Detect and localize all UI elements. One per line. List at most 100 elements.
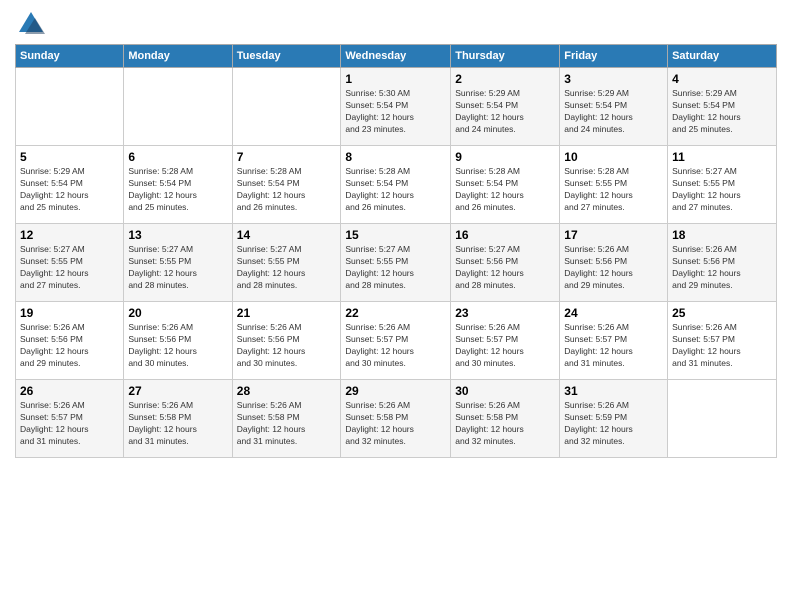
day-number: 26 [20, 384, 119, 398]
calendar-cell: 7 Sunrise: 5:28 AM Sunset: 5:54 PM Daylig… [232, 146, 341, 224]
day-number: 15 [345, 228, 446, 242]
day-number: 12 [20, 228, 119, 242]
day-info: Sunrise: 5:27 AM Sunset: 5:56 PM Dayligh… [455, 244, 555, 292]
calendar-cell: 13 Sunrise: 5:27 AM Sunset: 5:55 PM Dayli… [124, 224, 232, 302]
calendar-cell: 10Sunrise: 5:28 AM Sunset: 5:55 PM Dayli… [560, 146, 668, 224]
day-number: 4 [672, 72, 772, 86]
calendar-cell: 16 Sunrise: 5:27 AM Sunset: 5:56 PM Dayli… [451, 224, 560, 302]
day-number: 3 [564, 72, 663, 86]
day-number: 1 [345, 72, 446, 86]
calendar-cell: 28 Sunrise: 5:26 AM Sunset: 5:58 PM Dayli… [232, 380, 341, 458]
day-info: Sunrise: 5:28 AM Sunset: 5:54 PM Dayligh… [237, 166, 337, 214]
day-number: 25 [672, 306, 772, 320]
calendar-cell: 26 Sunrise: 5:26 AM Sunset: 5:57 PM Dayli… [16, 380, 124, 458]
day-number: 9 [455, 150, 555, 164]
day-info: Sunrise: 5:28 AM Sunset: 5:54 PM Dayligh… [128, 166, 227, 214]
day-info: Sunrise: 5:27 AM Sunset: 5:55 PM Dayligh… [345, 244, 446, 292]
calendar-cell [668, 380, 777, 458]
day-info: Sunrise: 5:27 AM Sunset: 5:55 PM Dayligh… [20, 244, 119, 292]
weekday-header: Thursday [451, 45, 560, 68]
calendar-cell [124, 68, 232, 146]
calendar-header: SundayMondayTuesdayWednesdayThursdayFrid… [16, 45, 777, 68]
page-header [15, 10, 777, 38]
calendar-cell: 29 Sunrise: 5:26 AM Sunset: 5:58 PM Dayli… [341, 380, 451, 458]
day-info: Sunrise: 5:26 AM Sunset: 5:58 PM Dayligh… [345, 400, 446, 448]
weekday-header: Sunday [16, 45, 124, 68]
calendar-week-row: 12 Sunrise: 5:27 AM Sunset: 5:55 PM Dayli… [16, 224, 777, 302]
day-number: 6 [128, 150, 227, 164]
day-number: 21 [237, 306, 337, 320]
weekday-header: Wednesday [341, 45, 451, 68]
day-info: Sunrise: 5:27 AM Sunset: 5:55 PM Dayligh… [237, 244, 337, 292]
day-info: Sunrise: 5:26 AM Sunset: 5:58 PM Dayligh… [455, 400, 555, 448]
calendar-cell: 1Sunrise: 5:30 AM Sunset: 5:54 PM Daylig… [341, 68, 451, 146]
calendar-cell: 19Sunrise: 5:26 AM Sunset: 5:56 PM Dayli… [16, 302, 124, 380]
calendar-week-row: 1Sunrise: 5:30 AM Sunset: 5:54 PM Daylig… [16, 68, 777, 146]
calendar-cell [16, 68, 124, 146]
calendar-cell: 8 Sunrise: 5:28 AM Sunset: 5:54 PM Daylig… [341, 146, 451, 224]
day-number: 24 [564, 306, 663, 320]
day-info: Sunrise: 5:26 AM Sunset: 5:57 PM Dayligh… [672, 322, 772, 370]
weekday-header: Saturday [668, 45, 777, 68]
calendar-cell: 30 Sunrise: 5:26 AM Sunset: 5:58 PM Dayli… [451, 380, 560, 458]
day-info: Sunrise: 5:29 AM Sunset: 5:54 PM Dayligh… [564, 88, 663, 136]
calendar-body: 1Sunrise: 5:30 AM Sunset: 5:54 PM Daylig… [16, 68, 777, 458]
day-number: 30 [455, 384, 555, 398]
calendar-cell: 17Sunrise: 5:26 AM Sunset: 5:56 PM Dayli… [560, 224, 668, 302]
day-info: Sunrise: 5:26 AM Sunset: 5:57 PM Dayligh… [455, 322, 555, 370]
day-number: 13 [128, 228, 227, 242]
calendar-cell: 31Sunrise: 5:26 AM Sunset: 5:59 PM Dayli… [560, 380, 668, 458]
day-info: Sunrise: 5:26 AM Sunset: 5:56 PM Dayligh… [128, 322, 227, 370]
day-number: 19 [20, 306, 119, 320]
weekday-header: Friday [560, 45, 668, 68]
day-number: 7 [237, 150, 337, 164]
page-container: SundayMondayTuesdayWednesdayThursdayFrid… [0, 0, 792, 468]
day-number: 2 [455, 72, 555, 86]
calendar-cell: 24Sunrise: 5:26 AM Sunset: 5:57 PM Dayli… [560, 302, 668, 380]
day-number: 28 [237, 384, 337, 398]
day-info: Sunrise: 5:28 AM Sunset: 5:54 PM Dayligh… [455, 166, 555, 214]
calendar-cell: 22 Sunrise: 5:26 AM Sunset: 5:57 PM Dayli… [341, 302, 451, 380]
day-number: 5 [20, 150, 119, 164]
day-info: Sunrise: 5:26 AM Sunset: 5:59 PM Dayligh… [564, 400, 663, 448]
calendar-cell: 25 Sunrise: 5:26 AM Sunset: 5:57 PM Dayli… [668, 302, 777, 380]
calendar-cell: 14 Sunrise: 5:27 AM Sunset: 5:55 PM Dayli… [232, 224, 341, 302]
day-info: Sunrise: 5:28 AM Sunset: 5:54 PM Dayligh… [345, 166, 446, 214]
day-number: 10 [564, 150, 663, 164]
day-info: Sunrise: 5:27 AM Sunset: 5:55 PM Dayligh… [672, 166, 772, 214]
calendar-cell: 2 Sunrise: 5:29 AM Sunset: 5:54 PM Daylig… [451, 68, 560, 146]
day-number: 23 [455, 306, 555, 320]
day-number: 11 [672, 150, 772, 164]
day-number: 8 [345, 150, 446, 164]
calendar-cell: 9 Sunrise: 5:28 AM Sunset: 5:54 PM Daylig… [451, 146, 560, 224]
day-number: 29 [345, 384, 446, 398]
calendar-cell: 21 Sunrise: 5:26 AM Sunset: 5:56 PM Dayli… [232, 302, 341, 380]
calendar-cell: 11 Sunrise: 5:27 AM Sunset: 5:55 PM Dayli… [668, 146, 777, 224]
calendar-cell: 23 Sunrise: 5:26 AM Sunset: 5:57 PM Dayli… [451, 302, 560, 380]
day-info: Sunrise: 5:29 AM Sunset: 5:54 PM Dayligh… [455, 88, 555, 136]
day-info: Sunrise: 5:26 AM Sunset: 5:57 PM Dayligh… [345, 322, 446, 370]
day-number: 18 [672, 228, 772, 242]
day-number: 17 [564, 228, 663, 242]
calendar-cell: 5 Sunrise: 5:29 AM Sunset: 5:54 PM Daylig… [16, 146, 124, 224]
calendar-cell: 12 Sunrise: 5:27 AM Sunset: 5:55 PM Dayli… [16, 224, 124, 302]
calendar-cell: 27Sunrise: 5:26 AM Sunset: 5:58 PM Dayli… [124, 380, 232, 458]
day-info: Sunrise: 5:26 AM Sunset: 5:56 PM Dayligh… [237, 322, 337, 370]
day-number: 16 [455, 228, 555, 242]
day-number: 14 [237, 228, 337, 242]
calendar-cell: 3 Sunrise: 5:29 AM Sunset: 5:54 PM Daylig… [560, 68, 668, 146]
calendar-cell: 18 Sunrise: 5:26 AM Sunset: 5:56 PM Dayli… [668, 224, 777, 302]
day-info: Sunrise: 5:26 AM Sunset: 5:57 PM Dayligh… [20, 400, 119, 448]
day-info: Sunrise: 5:29 AM Sunset: 5:54 PM Dayligh… [20, 166, 119, 214]
day-info: Sunrise: 5:26 AM Sunset: 5:56 PM Dayligh… [672, 244, 772, 292]
day-info: Sunrise: 5:27 AM Sunset: 5:55 PM Dayligh… [128, 244, 227, 292]
calendar-cell: 6 Sunrise: 5:28 AM Sunset: 5:54 PM Daylig… [124, 146, 232, 224]
day-info: Sunrise: 5:29 AM Sunset: 5:54 PM Dayligh… [672, 88, 772, 136]
calendar-week-row: 19 Sunrise: 5:26 AM Sunset: 5:56 PM Dayli… [16, 302, 777, 380]
day-number: 22 [345, 306, 446, 320]
logo [15, 10, 51, 38]
day-info: Sunrise: 5:26 AM Sunset: 5:58 PM Dayligh… [237, 400, 337, 448]
calendar-cell: 20Sunrise: 5:26 AM Sunset: 5:56 PM Dayli… [124, 302, 232, 380]
calendar-week-row: 5 Sunrise: 5:29 AM Sunset: 5:54 PM Daylig… [16, 146, 777, 224]
weekday-header: Tuesday [232, 45, 341, 68]
